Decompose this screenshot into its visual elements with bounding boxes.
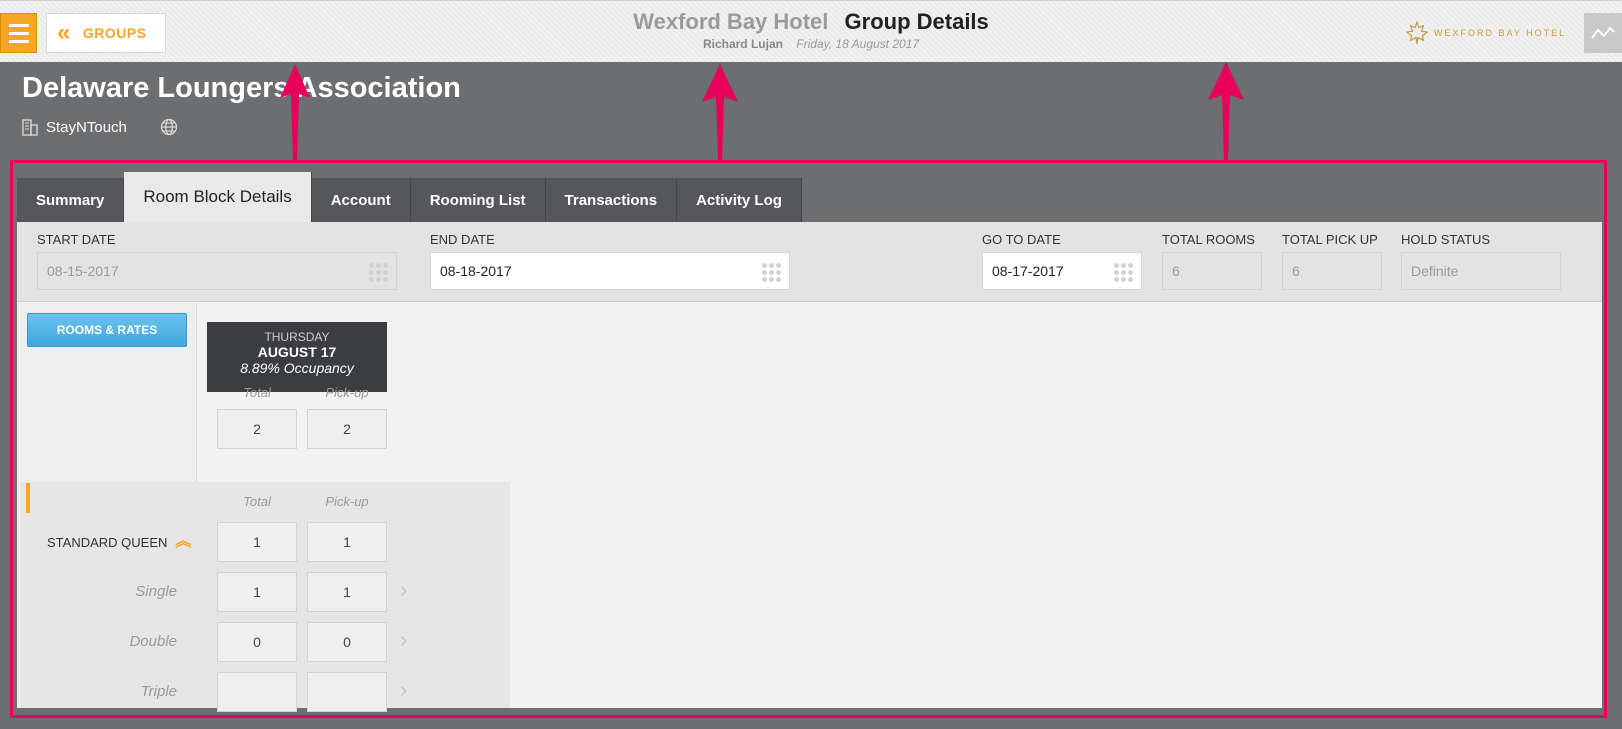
page-header: Wexford Bay Hotel Group Details Richard … — [0, 9, 1622, 51]
business-date: Friday, 18 August 2017 — [796, 37, 920, 51]
page-title: Group Details — [844, 9, 989, 34]
company-name[interactable]: StayNTouch — [46, 119, 127, 136]
hotel-logo: WEXFORD BAY HOTEL — [1406, 21, 1566, 45]
annotation-highlight-box — [10, 160, 1607, 718]
building-icon — [22, 119, 38, 136]
activity-graph-button[interactable] — [1584, 13, 1622, 53]
annotation-arrow — [280, 64, 310, 162]
annotation-arrow — [1208, 62, 1244, 160]
activity-graph-icon — [1591, 26, 1615, 39]
hotel-logo-text: WEXFORD BAY HOTEL — [1434, 28, 1567, 38]
group-name: Delaware Loungers Association — [22, 72, 461, 104]
hotel-name: Wexford Bay Hotel — [633, 9, 829, 34]
user-name: Richard Lujan — [702, 37, 783, 51]
globe-icon[interactable] — [160, 118, 178, 136]
maple-leaf-icon — [1406, 21, 1428, 45]
annotation-arrow — [702, 64, 738, 162]
company-info: StayNTouch — [22, 118, 127, 136]
top-bar: « GROUPS Wexford Bay Hotel Group Details… — [0, 0, 1622, 62]
